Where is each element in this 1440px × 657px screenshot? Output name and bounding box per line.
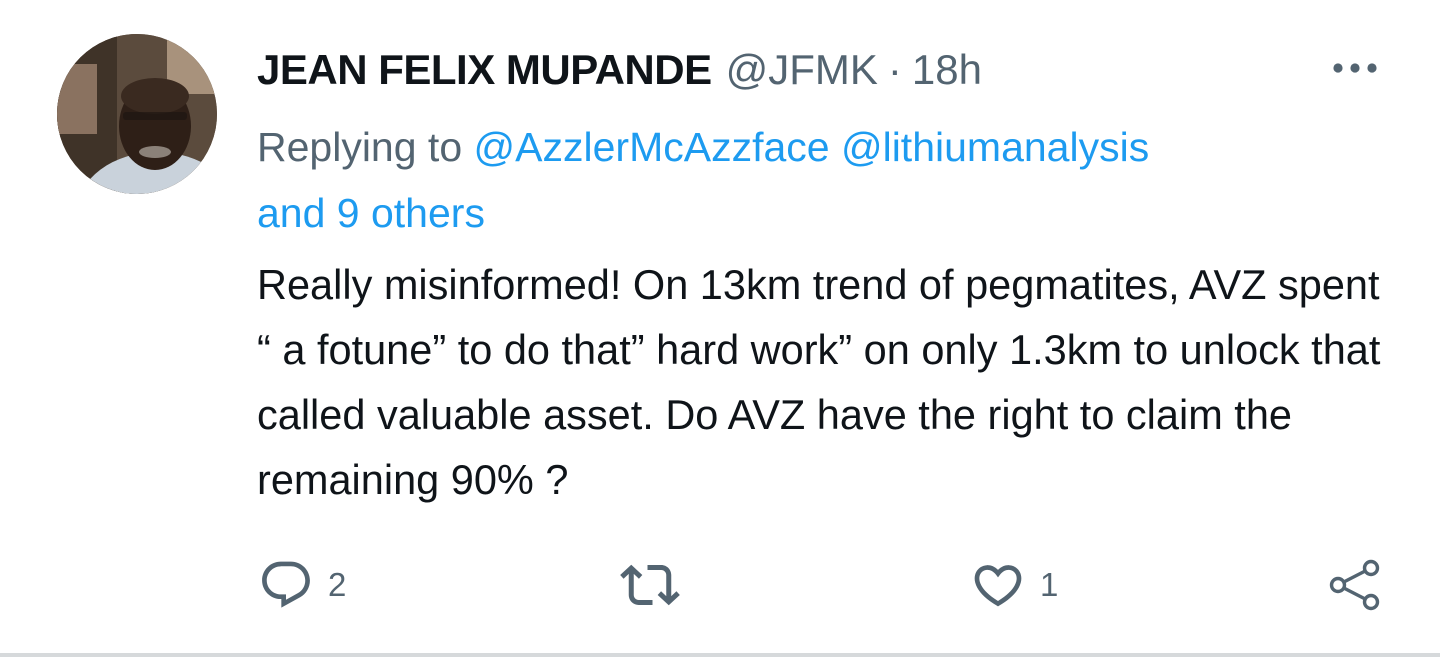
author-handle[interactable]: @JFMK — [726, 42, 878, 98]
retweet-button[interactable] — [620, 555, 694, 615]
tweet-card[interactable]: JEAN FELIX MUPANDE @JFMK · 18h Replying … — [0, 0, 1440, 657]
reply-bubble-icon — [262, 561, 310, 608]
more-options-button[interactable] — [1325, 52, 1385, 84]
bottom-divider — [0, 653, 1440, 657]
more-horizontal-icon — [1333, 63, 1377, 73]
tweet-text: Really misinformed! On 13km trend of peg… — [257, 261, 1381, 503]
tweet-header: JEAN FELIX MUPANDE @JFMK · 18h — [257, 42, 982, 98]
action-bar: 2 1 — [0, 555, 1440, 615]
reply-button[interactable]: 2 — [258, 555, 346, 615]
author-name[interactable]: JEAN FELIX MUPANDE — [257, 42, 712, 98]
mention-link[interactable]: @lithiumanalysis — [841, 124, 1149, 170]
like-count: 1 — [1040, 566, 1059, 603]
and-others-link[interactable]: and 9 others — [257, 190, 485, 236]
header-separator: · — [887, 46, 902, 93]
avatar[interactable] — [57, 34, 217, 194]
tweet-timestamp[interactable]: 18h — [912, 42, 982, 98]
avatar-photo — [57, 34, 217, 194]
replying-to-line: Replying to @AzzlerMcAzzface @lithiumana… — [257, 114, 1377, 246]
reply-count: 2 — [328, 566, 347, 603]
mention-link[interactable]: @AzzlerMcAzzface — [474, 124, 830, 170]
heart-icon — [974, 565, 1022, 607]
replying-to-label: Replying to — [257, 124, 463, 170]
share-button[interactable] — [1325, 555, 1385, 615]
share-icon — [1329, 559, 1380, 611]
retweet-icon — [620, 564, 680, 606]
like-button[interactable]: 1 — [970, 555, 1058, 615]
